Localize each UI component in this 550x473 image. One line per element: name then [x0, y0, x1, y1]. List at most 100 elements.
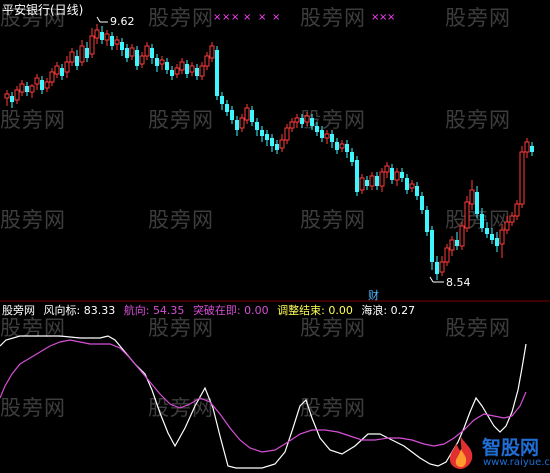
candle-body [435, 262, 439, 274]
signal-cross-icon: × [213, 12, 221, 23]
candle-body [495, 238, 499, 246]
candle-body [524, 141, 530, 153]
candle-body [289, 121, 295, 129]
legend-breakout: 突破在即: 0.00 [193, 304, 272, 317]
candle-body [75, 56, 79, 66]
brand-logo: 智股网 www.raiyue.com [444, 433, 550, 471]
candle-body [469, 189, 475, 205]
candle-body [284, 127, 290, 141]
candle-body [195, 68, 199, 76]
logo-url: www.raiyue.com [483, 457, 550, 468]
candle-body [64, 61, 70, 73]
candle-body [100, 32, 104, 40]
candle-body [49, 71, 55, 83]
legend-adjust-end-label: 调整结束: [277, 304, 325, 317]
legend-wave: 海浪: 0.27 [361, 304, 415, 317]
candle-body [85, 48, 89, 58]
candle-body [384, 165, 390, 173]
candle-body [425, 210, 429, 232]
candle-body [304, 115, 310, 123]
candle-body [275, 144, 279, 150]
legend-heading-label: 航向: [123, 304, 150, 317]
high-pointer-tail [96, 16, 101, 23]
legend-wind-vane: 风向标: 83.33 [44, 304, 119, 317]
candle-body [270, 138, 274, 146]
candle-body [174, 67, 180, 75]
candle-body [430, 230, 434, 262]
candle-body [165, 62, 169, 70]
candle-body [129, 47, 135, 57]
legend-wind-vane-value: 83.33 [83, 304, 116, 317]
candle-body [185, 64, 189, 74]
candle-body [400, 172, 404, 178]
indicator-legend: 股旁网 风向标: 83.33 航向: 54.35 突破在即: 0.00 调整结束… [2, 302, 420, 318]
candle-body [94, 29, 100, 39]
candle-body [60, 68, 64, 76]
candle-body [375, 176, 379, 186]
candle-body [120, 42, 124, 50]
candle-body [514, 203, 520, 217]
candle-body [405, 178, 409, 190]
candle-body [104, 33, 110, 41]
candle-body [350, 152, 354, 162]
candle-body [10, 96, 14, 102]
candle-body [504, 221, 510, 231]
candlestick-chart: × × × × × × × × × [4, 12, 534, 283]
candle-body [369, 175, 375, 187]
chart-title: 平安银行(日线) [2, 3, 84, 17]
candle-body [330, 134, 334, 142]
candle-body [464, 201, 470, 229]
candle-body [255, 122, 259, 130]
candle-body [485, 228, 489, 234]
candle-body [530, 146, 534, 152]
candle-body [390, 168, 394, 180]
candle-body [420, 196, 424, 210]
candle-body [365, 180, 369, 186]
candle-body [189, 65, 195, 73]
candle-body [260, 130, 264, 136]
candle-body [170, 70, 174, 76]
candle-body [244, 107, 250, 121]
candle-body [499, 229, 505, 245]
candle-body [54, 65, 60, 75]
candle-body [225, 104, 229, 112]
candle-body [265, 134, 269, 140]
candle-body [199, 65, 205, 77]
legend-breakout-value: 0.00 [244, 304, 269, 317]
signal-cross-icon: × [231, 12, 239, 23]
candle-body [220, 96, 224, 104]
legend-adjust-end-value: 0.00 [328, 304, 353, 317]
signal-cross-icon: × [387, 12, 395, 23]
candle-body [415, 186, 419, 196]
candle-body [345, 144, 349, 152]
candle-body [155, 58, 159, 66]
candle-body [339, 143, 345, 149]
candle-body [444, 247, 450, 263]
legend-wind-vane-label: 风向标: [43, 304, 81, 317]
candle-body [4, 93, 10, 99]
candle-body [324, 133, 330, 139]
candle-body [235, 120, 239, 130]
candle-body [394, 171, 400, 181]
candle-body [215, 50, 219, 96]
candle-body [475, 192, 479, 214]
candle-body [114, 39, 120, 45]
high-price-label: 9.62 [110, 15, 135, 28]
candle-body [204, 55, 210, 67]
low-pointer-tail [429, 276, 434, 283]
candle-body [25, 86, 29, 92]
candle-body [79, 45, 85, 63]
candle-body [519, 151, 525, 205]
candle-body [110, 36, 114, 46]
candle-body [179, 61, 185, 71]
candle-body [459, 225, 465, 247]
candle-body [315, 126, 319, 132]
candle-body [335, 142, 339, 150]
candle-body [209, 45, 215, 59]
candle-body [19, 83, 25, 93]
candle-body [150, 48, 154, 58]
candle-body [359, 177, 365, 191]
candle-body [230, 110, 234, 120]
candle-body [34, 77, 40, 85]
candle-body [40, 80, 44, 90]
